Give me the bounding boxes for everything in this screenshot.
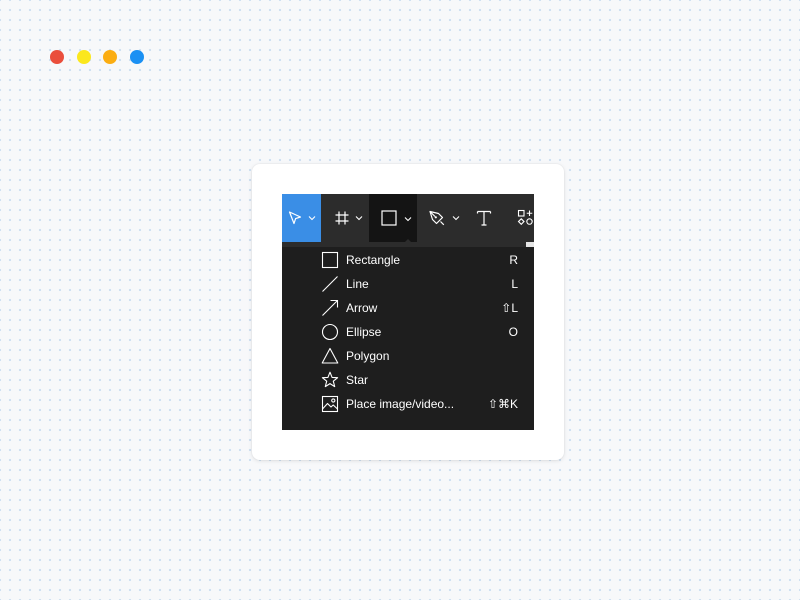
menu-item-arrow[interactable]: Arrow ⇧L xyxy=(282,296,534,320)
menu-item-shortcut: O xyxy=(508,325,518,339)
menu-item-label: Arrow xyxy=(346,301,378,315)
chevron-down-icon xyxy=(452,216,460,221)
menu-item-label: Star xyxy=(346,373,369,387)
blue-dot[interactable] xyxy=(129,50,144,64)
pen-nib-icon xyxy=(429,210,445,226)
frame-tool-button[interactable] xyxy=(321,194,369,242)
menu-item-ellipse[interactable]: Ellipse O xyxy=(282,320,534,344)
shape-tool-button[interactable] xyxy=(369,194,417,242)
polygon-icon xyxy=(321,347,339,364)
menu-item-rectangle[interactable]: Rectangle R xyxy=(282,248,534,272)
move-tool-button[interactable] xyxy=(282,194,321,242)
window-controls xyxy=(50,50,144,64)
shape-dropdown-menu: Rectangle R Line L Arrow ⇧L Ellipse O Po… xyxy=(282,247,534,430)
editor-window: Rectangle R Line L Arrow ⇧L Ellipse O Po… xyxy=(282,194,534,430)
line-icon xyxy=(322,276,338,292)
image-icon xyxy=(321,395,339,413)
menu-item-label: Place image/video... xyxy=(346,397,455,411)
orange-dot[interactable] xyxy=(103,50,117,64)
arrow-icon xyxy=(322,299,339,316)
pen-tool-button[interactable] xyxy=(417,194,465,242)
square-icon xyxy=(381,210,397,226)
menu-item-star[interactable]: Star xyxy=(282,368,534,392)
menu-item-line[interactable]: Line L xyxy=(282,272,534,296)
chevron-down-icon xyxy=(404,217,412,222)
menu-item-shortcut: R xyxy=(509,253,518,267)
components-icon xyxy=(517,209,533,226)
preview-card: Rectangle R Line L Arrow ⇧L Ellipse O Po… xyxy=(252,164,564,460)
menu-item-shortcut: ⇧⌘K xyxy=(487,397,518,411)
components-tool-button[interactable] xyxy=(503,194,534,242)
yellow-dot[interactable] xyxy=(76,50,91,64)
menu-item-shortcut: L xyxy=(511,277,518,291)
cursor-arrow-icon xyxy=(288,211,302,225)
menu-item-label: Ellipse xyxy=(346,325,382,339)
toolbar xyxy=(282,194,534,242)
menu-item-label: Rectangle xyxy=(346,253,401,267)
menu-item-place-image[interactable]: Place image/video... ⇧⌘K xyxy=(282,392,534,416)
text-tool-button[interactable] xyxy=(465,194,503,242)
rectangle-icon xyxy=(321,251,339,269)
frame-hash-icon xyxy=(335,211,349,225)
text-t-icon xyxy=(476,210,492,226)
menu-item-label: Polygon xyxy=(346,349,390,363)
menu-item-shortcut: ⇧L xyxy=(501,301,518,315)
red-dot[interactable] xyxy=(50,50,64,64)
star-icon xyxy=(321,371,339,388)
menu-item-polygon[interactable]: Polygon xyxy=(282,344,534,368)
chevron-down-icon xyxy=(355,216,363,221)
chevron-down-icon xyxy=(308,216,316,221)
menu-item-label: Line xyxy=(346,277,369,291)
ellipse-icon xyxy=(321,323,339,341)
